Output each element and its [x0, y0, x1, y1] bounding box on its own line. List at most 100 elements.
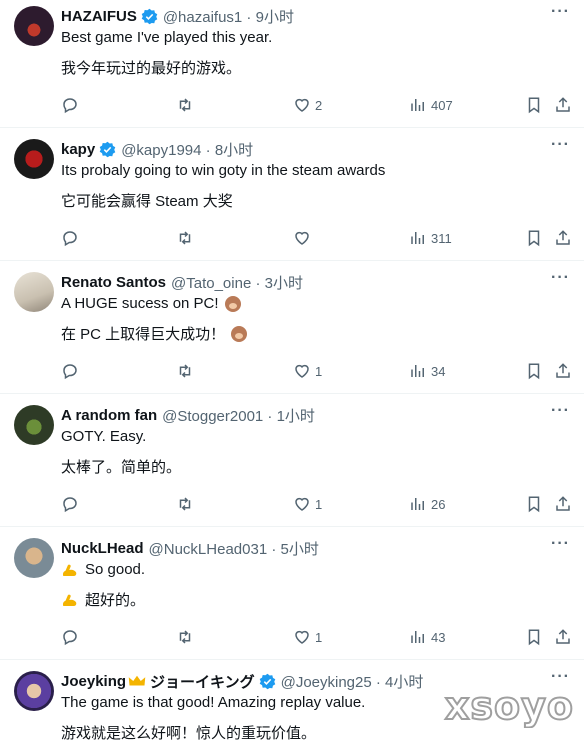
bookmark-icon	[528, 363, 540, 380]
like-button[interactable]: 1	[293, 362, 322, 380]
avatar[interactable]	[14, 6, 54, 46]
reply-button[interactable]	[61, 229, 79, 247]
share-icon	[556, 629, 570, 644]
reply-button[interactable]	[61, 495, 79, 513]
retweet-icon	[179, 98, 191, 112]
more-options-icon[interactable]: ···	[551, 3, 570, 21]
retweet-button[interactable]	[176, 362, 194, 380]
tweet[interactable]: kapy @kapy1994 · 8小时 ··· Its probaly goi…	[0, 133, 584, 261]
share-button[interactable]	[554, 628, 572, 646]
reply-icon	[63, 231, 77, 247]
heart-icon	[295, 231, 309, 245]
retweet-icon	[179, 497, 191, 511]
reply-icon	[63, 98, 77, 114]
like-button[interactable]: 1	[293, 495, 322, 513]
avatar[interactable]	[14, 139, 54, 179]
share-icon	[556, 496, 570, 511]
view-count: 311	[431, 230, 452, 246]
author-handle[interactable]: @Joeyking25 · 4小时	[281, 671, 424, 692]
author-name[interactable]: kapy	[61, 141, 95, 158]
heart-icon	[295, 98, 309, 112]
like-button[interactable]: 1	[293, 628, 322, 646]
views-button[interactable]: 34	[409, 362, 445, 380]
share-button[interactable]	[554, 362, 572, 380]
author-name[interactable]: Renato Santos	[61, 274, 166, 291]
more-options-icon[interactable]: ···	[551, 535, 570, 553]
tweet-actions: 1 43	[0, 628, 584, 650]
share-button[interactable]	[554, 229, 572, 247]
avatar[interactable]	[14, 671, 54, 711]
tweet[interactable]: Renato Santos @Tato_oine · 3小时 ··· A HUG…	[0, 266, 584, 394]
retweet-button[interactable]	[176, 229, 194, 247]
bookmark-icon	[528, 230, 540, 247]
tweet-translation: 它可能会赢得 Steam 大奖	[61, 193, 233, 210]
more-options-icon[interactable]: ···	[551, 269, 570, 287]
tweet[interactable]: A random fan @Stogger2001 · 1小时 ··· GOTY…	[0, 399, 584, 527]
views-button[interactable]: 407	[409, 96, 453, 114]
verified-badge-icon	[99, 141, 116, 157]
retweet-button[interactable]	[176, 495, 194, 513]
author-name[interactable]: NuckLHead	[61, 540, 144, 557]
tweet-translation-content: 在 PC 上取得巨大成功！	[61, 326, 226, 343]
reply-icon	[63, 630, 77, 646]
views-chart-icon	[411, 365, 424, 377]
author-name[interactable]: Joeyking	[61, 673, 126, 690]
bookmark-button[interactable]	[525, 495, 543, 513]
share-button[interactable]	[554, 96, 572, 114]
author-handle[interactable]: @kapy1994 · 8小时	[121, 139, 253, 160]
bookmark-button[interactable]	[525, 628, 543, 646]
tweet-text: GOTY. Easy.	[61, 428, 147, 445]
tweet-header: Joeyking ジョーイキング @Joeyking25 · 4小时	[61, 671, 423, 691]
reply-button[interactable]	[61, 96, 79, 114]
tweet[interactable]: HAZAIFUS @hazaifus1 · 9小时 ··· Best game …	[0, 0, 584, 128]
views-button[interactable]: 311	[409, 229, 452, 247]
verified-badge-icon	[259, 673, 275, 689]
author-name[interactable]: HAZAIFUS	[61, 8, 137, 25]
tweet-text: So good.	[61, 561, 145, 578]
like-count: 1	[315, 629, 323, 645]
avatar[interactable]	[14, 538, 54, 578]
share-button[interactable]	[554, 495, 572, 513]
author-name-japanese[interactable]: ジョーイキング	[150, 671, 255, 692]
tweet-text: The game is that good! Amazing replay va…	[61, 694, 366, 711]
view-count: 407	[431, 97, 453, 113]
like-button[interactable]	[293, 229, 315, 247]
bookmark-icon	[528, 97, 540, 114]
retweet-icon	[179, 364, 191, 378]
avatar[interactable]	[14, 405, 54, 445]
bookmark-icon	[528, 629, 540, 646]
more-options-icon[interactable]: ···	[551, 402, 570, 420]
like-count: 1	[315, 363, 323, 379]
more-options-icon[interactable]: ···	[551, 136, 570, 154]
tweet-actions: 1 26	[0, 495, 584, 517]
author-handle[interactable]: @Stogger2001 · 1小时	[162, 405, 315, 426]
share-icon	[556, 97, 570, 112]
flexed-biceps-emoji-icon	[62, 594, 77, 606]
tweet[interactable]: NuckLHead @NuckLHead031 · 5小时 ··· So goo…	[0, 532, 584, 660]
retweet-button[interactable]	[176, 628, 194, 646]
bookmark-button[interactable]	[525, 96, 543, 114]
like-button[interactable]: 2	[293, 96, 322, 114]
bookmark-button[interactable]	[525, 362, 543, 380]
reply-button[interactable]	[61, 628, 79, 646]
tweet-text: A HUGE sucess on PC!	[61, 295, 241, 312]
tweet-translation-content: 超好的。	[85, 592, 146, 609]
tweet-translation: 在 PC 上取得巨大成功！	[61, 323, 248, 344]
tweet-translation: 我今年玩过的最好的游戏。	[61, 60, 242, 77]
retweet-button[interactable]	[176, 96, 194, 114]
bookmark-button[interactable]	[525, 229, 543, 247]
share-icon	[556, 230, 570, 245]
crown-emoji-icon	[128, 675, 146, 686]
views-button[interactable]: 43	[409, 628, 445, 646]
author-handle[interactable]: @NuckLHead031 · 5小时	[149, 538, 319, 559]
tweet-actions: 311	[0, 229, 584, 251]
avatar[interactable]	[14, 272, 54, 312]
author-handle[interactable]: @Tato_oine · 3小时	[171, 272, 303, 293]
heart-icon	[295, 497, 309, 511]
view-count: 43	[431, 629, 446, 645]
views-button[interactable]: 26	[409, 495, 445, 513]
reply-icon	[63, 364, 77, 380]
author-handle[interactable]: @hazaifus1 · 9小时	[163, 6, 294, 27]
author-name[interactable]: A random fan	[61, 407, 157, 424]
reply-button[interactable]	[61, 362, 79, 380]
